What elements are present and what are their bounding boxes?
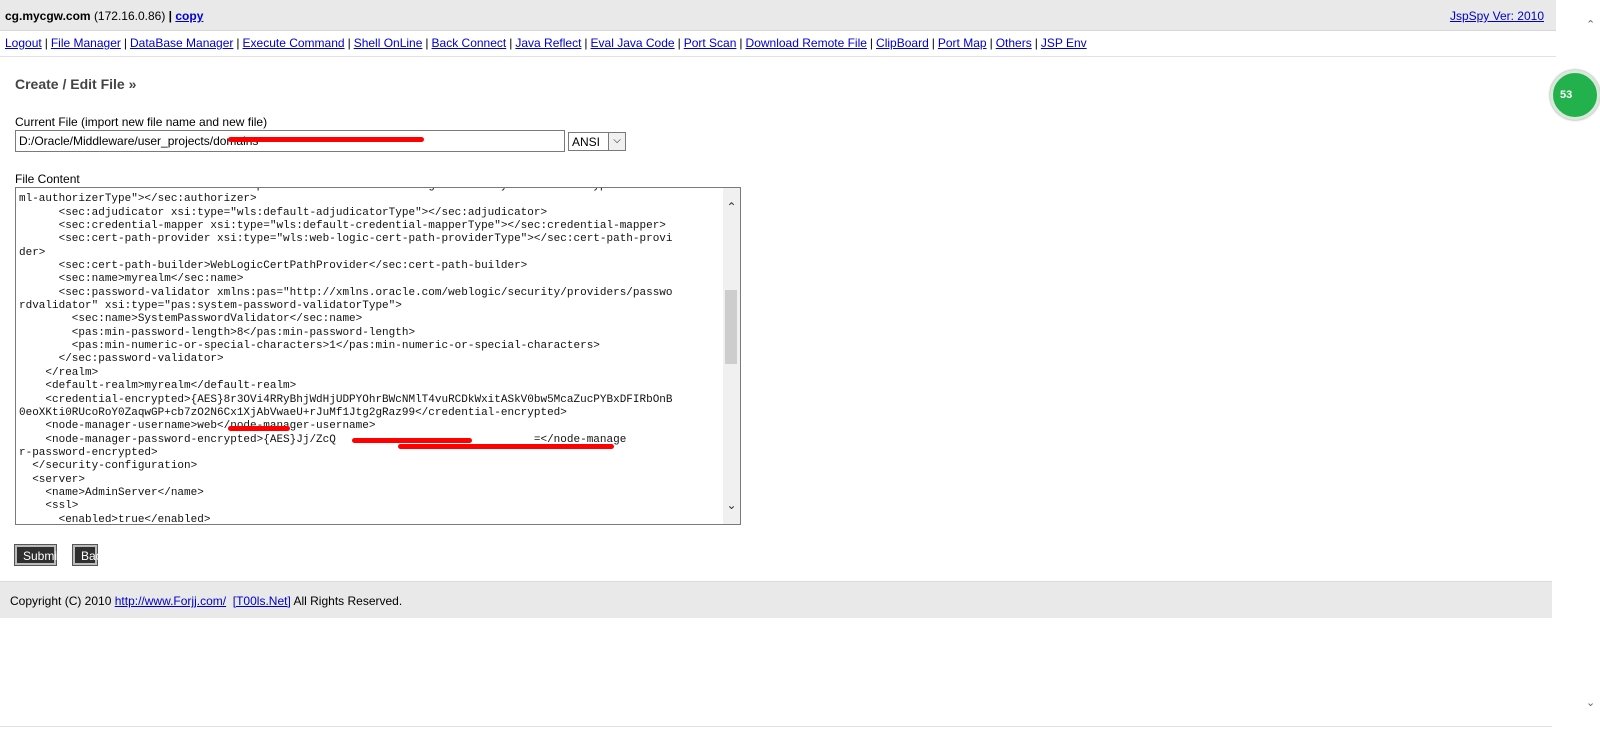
current-file-label: Current File (import new file name and n…	[15, 115, 268, 129]
editor-scrollbar[interactable]: ⌃ ⌄	[723, 188, 740, 524]
floating-badge[interactable]: 53	[1550, 70, 1600, 120]
chevron-down-icon[interactable]: ⌄	[723, 498, 740, 512]
redaction-mark	[228, 137, 424, 142]
file-content-textarea[interactable]: <sec:authorizer xmlns:xac="http://xmlns.…	[15, 187, 741, 525]
nav-execute-command[interactable]: Execute Command	[243, 36, 345, 50]
nav-eval-java-code[interactable]: Eval Java Code	[591, 36, 675, 50]
current-file-value: D:/Oracle/Middleware/user_projects/domai…	[19, 134, 259, 148]
nav-separator: |	[931, 36, 935, 50]
encoding-value: ANSI	[572, 135, 601, 149]
top-header: cg.mycgw.com (172.16.0.86) | copy JspSpy…	[0, 0, 1556, 31]
nav-port-map[interactable]: Port Map	[938, 36, 987, 50]
page-title: Create / Edit File »	[15, 76, 137, 92]
nav-java-reflect[interactable]: Java Reflect	[515, 36, 581, 50]
scroll-down-icon[interactable]: ⌄	[1586, 696, 1595, 709]
file-content-label: File Content	[15, 172, 80, 186]
submit-button[interactable]: Submit	[15, 545, 60, 565]
nav-clipboard[interactable]: ClipBoard	[876, 36, 929, 50]
host-ip: (172.16.0.86)	[93, 9, 166, 23]
nav-separator: |	[1034, 36, 1038, 50]
version-link[interactable]: JspSpy Ver: 2010	[1450, 9, 1544, 23]
redaction-mark	[228, 426, 290, 431]
host-separator: |	[168, 9, 173, 23]
nav-logout[interactable]: Logout	[5, 36, 42, 50]
nav-others[interactable]: Others	[996, 36, 1032, 50]
nav-port-scan[interactable]: Port Scan	[684, 36, 737, 50]
badge-count: 53	[1560, 89, 1573, 101]
nav-separator: |	[584, 36, 588, 50]
copyright-text: Copyright (C) 2010 http://www.Forjj.com/…	[10, 594, 402, 608]
nav-database-manager[interactable]: DataBase Manager	[130, 36, 233, 50]
nav-separator: |	[425, 36, 429, 50]
rights-label: All Rights Reserved.	[293, 594, 403, 608]
file-content-text: <sec:authorizer xmlns:xac="http://xmlns.…	[19, 188, 673, 525]
nav-file-manager[interactable]: File Manager	[51, 36, 121, 50]
nav-separator: |	[989, 36, 993, 50]
copyright-label: Copyright (C) 2010	[10, 594, 112, 608]
copy-link[interactable]: copy	[175, 9, 203, 23]
nav-separator: |	[677, 36, 681, 50]
host-info: cg.mycgw.com (172.16.0.86) | copy	[5, 9, 203, 23]
nav-shell-online[interactable]: Shell OnLine	[354, 36, 423, 50]
nav-jsp-env[interactable]: JSP Env	[1041, 36, 1087, 50]
nav-separator: |	[123, 36, 127, 50]
redaction-mark	[352, 438, 472, 443]
nav-separator: |	[236, 36, 240, 50]
page-divider	[0, 726, 1552, 727]
footer: Copyright (C) 2010 http://www.Forjj.com/…	[0, 581, 1552, 618]
back-button[interactable]: Back	[73, 545, 108, 565]
scroll-up-icon[interactable]: ⌃	[1586, 18, 1595, 31]
forjj-link[interactable]: http://www.Forjj.com/	[115, 594, 226, 608]
chevron-down-icon: ⌵	[608, 133, 625, 150]
t00ls-link[interactable]: [T00ls.Net]	[233, 594, 291, 608]
nav-download-remote-file[interactable]: Download Remote File	[746, 36, 867, 50]
redaction-mark	[398, 444, 614, 449]
scroll-thumb[interactable]	[725, 290, 737, 364]
nav-separator: |	[869, 36, 874, 50]
host-name: cg.mycgw.com	[5, 9, 91, 23]
chevron-up-icon[interactable]: ⌃	[723, 200, 740, 214]
encoding-select[interactable]: ANSI ⌵	[568, 132, 626, 151]
nav-separator: |	[509, 36, 513, 50]
nav-separator: |	[347, 36, 351, 50]
nav-separator: |	[739, 36, 743, 50]
nav-separator: |	[44, 36, 48, 50]
nav-back-connect[interactable]: Back Connect	[432, 36, 507, 50]
nav-divider	[0, 56, 1556, 57]
main-nav: Logout | File Manager | DataBase Manager | Exe…	[5, 36, 1087, 50]
